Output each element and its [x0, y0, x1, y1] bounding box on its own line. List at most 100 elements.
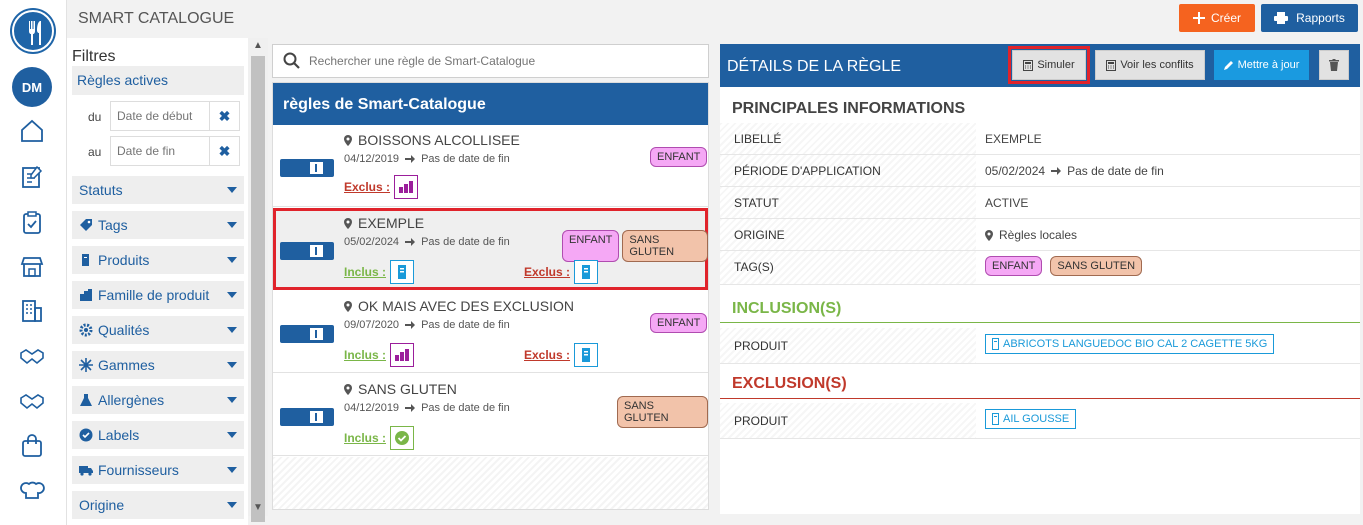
main-info-title: PRINCIPALES INFORMATIONS	[732, 100, 966, 117]
top-bar: SMART CATALOGUE Créer Rapports	[67, 0, 1363, 38]
product-icon	[82, 254, 89, 266]
detail-title: DÉTAILS DE LA RÈGLE	[727, 58, 901, 75]
facet-produits[interactable]: Produits	[72, 246, 244, 274]
rule-item[interactable]: BOISSONS ALCOLLISEE 04/12/2019 Pas de dat…	[273, 125, 708, 207]
rule-search-input[interactable]	[309, 54, 689, 68]
building-icon[interactable]	[19, 298, 45, 324]
arrow-right-icon	[1051, 167, 1062, 175]
rule-end-date: Pas de date de fin	[421, 319, 510, 331]
store-icon[interactable]	[19, 254, 45, 280]
excluded-product-chip[interactable]: AIL GOUSSE	[985, 409, 1077, 429]
rule-item[interactable]: SANS GLUTEN 04/12/2019 Pas de date de fin…	[273, 374, 708, 456]
tag-sans-gluten: SANS GLUTEN	[617, 396, 708, 428]
map-pin-icon	[344, 134, 352, 146]
facet-fournisseurs[interactable]: Fournisseurs	[72, 456, 244, 484]
clear-start-date-icon[interactable]: ✖	[210, 101, 240, 131]
exclusion-row: PRODUIT AIL GOUSSE	[720, 403, 1360, 439]
scroll-up-icon[interactable]: ▲	[253, 40, 263, 51]
product-icon	[992, 413, 999, 425]
rule-end-date: Pas de date de fin	[421, 236, 510, 248]
facet-origine[interactable]: Origine	[72, 491, 244, 519]
included-product-chip[interactable]: ABRICOTS LANGUEDOC BIO CAL 2 CAGETTE 5KG	[985, 334, 1275, 354]
end-date-input[interactable]	[110, 136, 210, 166]
handshake-alt-icon[interactable]	[19, 388, 45, 414]
scroll-down-icon[interactable]: ▼	[253, 502, 263, 513]
list-empty-area	[273, 457, 708, 509]
chevron-down-icon	[227, 327, 237, 333]
inclusions-title: INCLUSION(S)	[732, 300, 842, 317]
quality-gear-icon	[79, 323, 93, 337]
product-icon[interactable]	[390, 260, 415, 284]
filters-scrollbar[interactable]: ▲ ▼	[248, 38, 268, 522]
inclusion-row: PRODUIT ABRICOTS LANGUEDOC BIO CAL 2 CAG…	[720, 328, 1360, 364]
chevron-down-icon	[227, 397, 237, 403]
rule-end-date: Pas de date de fin	[421, 402, 510, 414]
create-button[interactable]: Créer	[1179, 4, 1255, 32]
rule-active-toggle[interactable]	[280, 408, 334, 426]
app-logo[interactable]	[12, 10, 54, 52]
badge-check-icon	[79, 428, 93, 442]
filters-panel: Filtres Règles actives du ✖ au ✖ Statuts…	[67, 38, 248, 525]
facet-statuts[interactable]: Statuts	[72, 176, 244, 204]
arrow-right-icon	[405, 238, 416, 246]
update-button[interactable]: Mettre à jour	[1214, 50, 1309, 80]
chef-hat-icon[interactable]	[19, 478, 45, 504]
shopping-bag-icon[interactable]	[19, 433, 45, 459]
rule-search-box	[272, 44, 709, 78]
rule-item-selected[interactable]: EXEMPLE 05/02/2024 Pas de date de fin ENF…	[273, 208, 708, 290]
rule-name: OK MAIS AVEC DES EXCLUSION	[358, 298, 575, 314]
end-date-row: au ✖	[72, 136, 244, 168]
inclusion-label: Inclus :	[344, 265, 387, 279]
rule-detail-panel: DÉTAILS DE LA RÈGLE Simuler Voir les con…	[720, 44, 1360, 514]
rule-active-toggle[interactable]	[280, 242, 334, 260]
clear-end-date-icon[interactable]: ✖	[210, 136, 240, 166]
rules-list-panel: règles de Smart-Catalogue BOISSONS ALCOL…	[272, 82, 709, 510]
facet-tags[interactable]: Tags	[72, 211, 244, 239]
detail-row-origine: ORIGINE Règles locales	[720, 219, 1360, 251]
facet-famille-produit[interactable]: Famille de produit	[72, 281, 244, 309]
facet-qualites[interactable]: Qualités	[72, 316, 244, 344]
reports-button[interactable]: Rapports	[1261, 4, 1358, 32]
view-conflicts-button[interactable]: Voir les conflits	[1095, 50, 1205, 80]
inclusion-label: Inclus :	[344, 348, 387, 362]
start-date-input[interactable]	[110, 101, 210, 131]
product-icon[interactable]	[574, 260, 599, 284]
tag-enfant: ENFANT	[562, 230, 620, 262]
rule-start-date: 04/12/2019	[344, 402, 400, 414]
clipboard-check-icon[interactable]	[19, 209, 45, 235]
rule-active-toggle[interactable]	[280, 159, 334, 177]
rule-active-toggle[interactable]	[280, 325, 334, 343]
calculator-icon	[1023, 59, 1034, 71]
exclusion-label: Exclus :	[524, 348, 571, 362]
chevron-down-icon	[227, 467, 237, 473]
handshake-icon[interactable]	[19, 343, 45, 369]
tag-enfant: ENFANT	[985, 256, 1043, 276]
label-badge-icon[interactable]	[390, 426, 415, 450]
rule-label-value: EXEMPLE	[985, 132, 1042, 146]
delete-button[interactable]	[1319, 50, 1349, 80]
product-family-icon[interactable]	[390, 343, 415, 367]
product-family-icon	[80, 289, 92, 301]
map-pin-icon	[344, 300, 352, 312]
detail-row-tags: TAG(S) ENFANT SANS GLUTEN	[720, 251, 1360, 285]
rule-item[interactable]: OK MAIS AVEC DES EXCLUSION 09/07/2020 Pas…	[273, 291, 708, 373]
edit-document-icon[interactable]	[19, 164, 45, 190]
truck-icon	[79, 466, 93, 476]
active-rules-filter[interactable]: Règles actives	[72, 66, 244, 95]
rules-list-title: règles de Smart-Catalogue	[273, 83, 708, 125]
facet-labels[interactable]: Labels	[72, 421, 244, 449]
pencil-icon	[1223, 61, 1233, 70]
rule-name: SANS GLUTEN	[358, 381, 457, 397]
facet-allergenes[interactable]: Allergènes	[72, 386, 244, 414]
product-family-icon[interactable]	[394, 175, 419, 199]
facet-gammes[interactable]: Gammes	[72, 351, 244, 379]
simulate-button[interactable]: Simuler	[1008, 46, 1090, 84]
app-title: SMART CATALOGUE	[78, 10, 235, 27]
map-pin-icon	[344, 383, 352, 395]
tag-sans-gluten: SANS GLUTEN	[622, 230, 708, 262]
user-avatar[interactable]: DM	[12, 67, 52, 107]
scrollbar-thumb[interactable]	[251, 56, 265, 522]
tag-sans-gluten: SANS GLUTEN	[1050, 256, 1143, 276]
product-icon[interactable]	[574, 343, 599, 367]
home-icon[interactable]	[19, 118, 45, 144]
